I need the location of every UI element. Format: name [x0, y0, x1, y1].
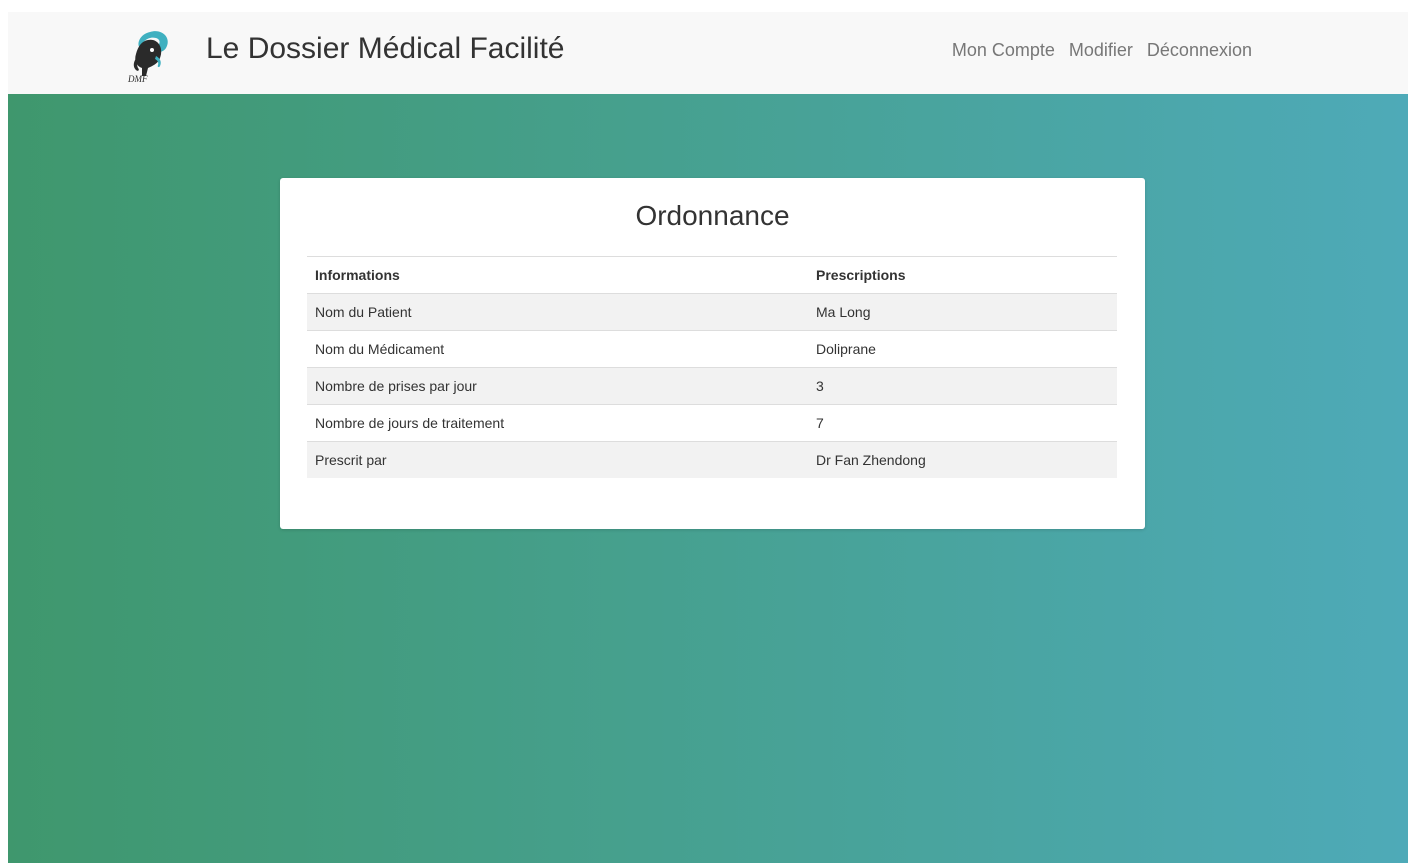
table-row: Nom du Patient Ma Long [307, 293, 1117, 331]
row-value: Dr Fan Zhendong [808, 441, 1117, 478]
table-row: Nombre de jours de traitement 7 [307, 404, 1117, 442]
card-title: Ordonnance [635, 200, 790, 231]
prescription-table: Informations Prescriptions Nom du Patien… [307, 256, 1117, 478]
nav-mon-compte-link[interactable]: Mon Compte [952, 40, 1055, 61]
row-label: Nombre de jours de traitement [307, 404, 808, 442]
nav-deconnexion-link[interactable]: Déconnexion [1147, 40, 1252, 61]
svg-text:DMF: DMF [127, 74, 148, 84]
main-background: Ordonnance Informations Prescriptions No… [8, 94, 1408, 863]
table-row: Prescrit par Dr Fan Zhendong [307, 441, 1117, 478]
app-frame: DMF Le Dossier Médical Facilité Mon Comp… [8, 12, 1408, 863]
table-header-row: Informations Prescriptions [307, 256, 1117, 294]
brand-title[interactable]: Le Dossier Médical Facilité [206, 32, 564, 66]
prescription-card: Ordonnance Informations Prescriptions No… [280, 178, 1145, 529]
row-label: Nom du Médicament [307, 330, 808, 368]
row-value: 7 [808, 404, 1117, 442]
row-value: 3 [808, 367, 1117, 405]
nav-modifier-link[interactable]: Modifier [1069, 40, 1133, 61]
row-label: Nombre de prises par jour [307, 367, 808, 405]
row-label: Prescrit par [307, 441, 808, 478]
table-row: Nom du Médicament Doliprane [307, 330, 1117, 368]
column-header-informations: Informations [307, 256, 808, 294]
nav-links: Mon Compte Modifier Déconnexion [952, 40, 1252, 61]
table-row: Nombre de prises par jour 3 [307, 367, 1117, 405]
row-value: Ma Long [808, 293, 1117, 331]
logo-elephant-icon: DMF [127, 31, 168, 84]
logo[interactable]: DMF [126, 26, 174, 84]
navbar: DMF Le Dossier Médical Facilité Mon Comp… [8, 12, 1408, 95]
row-label: Nom du Patient [307, 293, 808, 331]
row-value: Doliprane [808, 330, 1117, 368]
column-header-prescriptions: Prescriptions [808, 256, 1117, 294]
